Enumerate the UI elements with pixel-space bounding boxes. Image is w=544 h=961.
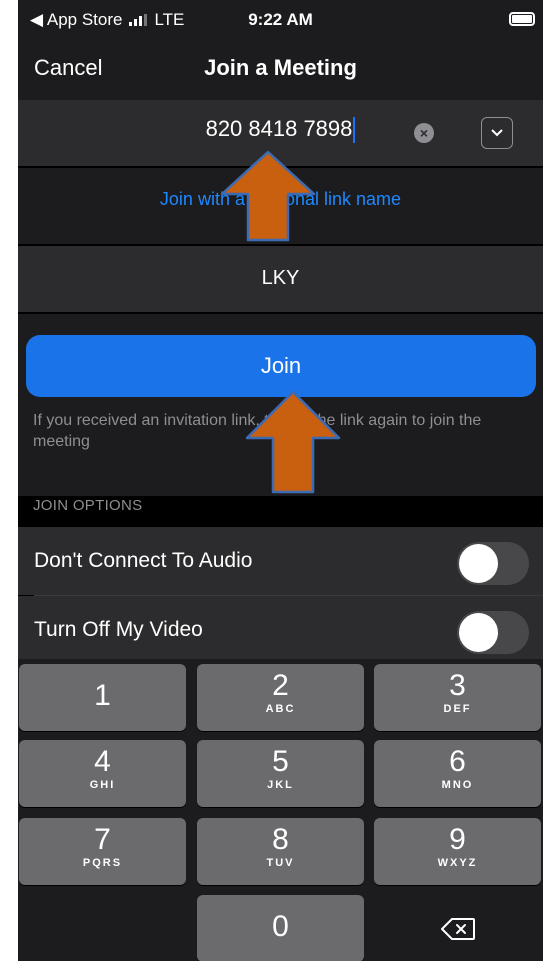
annotation-arrow-up-icon xyxy=(245,390,341,494)
key-letters: GHI xyxy=(89,779,116,791)
option-row-video: Turn Off My Video xyxy=(18,596,543,664)
key-number: 4 xyxy=(94,745,111,778)
toggle-knob xyxy=(459,544,498,583)
key-9[interactable]: 9 WXYZ xyxy=(374,818,541,885)
key-8[interactable]: 8 TUV xyxy=(197,818,364,885)
meeting-id-input[interactable]: 820 8418 7898 xyxy=(18,116,543,144)
numeric-keypad: 1 2 ABC 3 DEF 4 GHI 5 JKL 6 MNO 7 PQRS 8 TUV 9W… xyxy=(18,659,543,961)
key-6[interactable]: 6 MNO xyxy=(374,740,541,807)
nav-bar: Cancel Join a Meeting xyxy=(18,40,543,100)
clear-input-icon[interactable]: × xyxy=(414,123,434,143)
key-letters: JKL xyxy=(267,779,294,791)
key-3[interactable]: 3 DEF xyxy=(374,664,541,731)
option-label-audio: Don't Connect To Audio xyxy=(34,549,253,572)
key-number: 5 xyxy=(272,745,289,778)
meeting-id-value: 820 8418 7898 xyxy=(205,116,353,141)
key-7[interactable]: 7 PQRS xyxy=(19,818,186,885)
backspace-icon xyxy=(440,918,475,940)
key-number: 1 xyxy=(94,679,111,712)
phone-screen: ◀ App Store LTE 9:22 AM Cancel Join a Me… xyxy=(18,0,543,961)
text-caret xyxy=(353,117,356,144)
key-letters: PQRS xyxy=(82,857,123,869)
option-label-video: Turn Off My Video xyxy=(34,618,203,641)
chevron-down-icon xyxy=(491,129,503,137)
battery-icon xyxy=(509,12,535,26)
toggle-dont-connect-audio[interactable] xyxy=(457,542,529,585)
backspace-key[interactable] xyxy=(374,895,541,961)
key-2[interactable]: 2 ABC xyxy=(197,664,364,731)
status-time: 9:22 AM xyxy=(248,10,313,29)
key-letters: MNO xyxy=(441,779,474,791)
meeting-history-dropdown-button[interactable] xyxy=(481,117,513,149)
status-bar: ◀ App Store LTE 9:22 AM xyxy=(18,0,543,40)
key-number: 6 xyxy=(449,745,466,778)
key-number: 0 xyxy=(272,910,289,943)
key-number: 7 xyxy=(94,823,111,856)
key-letters: ABC xyxy=(265,703,296,715)
key-0[interactable]: 0 xyxy=(197,895,364,961)
key-letters: DEF xyxy=(443,703,472,715)
display-name-row: LKY xyxy=(18,246,543,312)
key-number: 3 xyxy=(449,669,466,702)
toggle-turn-off-video[interactable] xyxy=(457,611,529,654)
key-4[interactable]: 4 GHI xyxy=(19,740,186,807)
key-letters: TUV xyxy=(266,857,295,869)
key-5[interactable]: 5 JKL xyxy=(197,740,364,807)
toggle-knob xyxy=(459,613,498,652)
option-row-audio: Don't Connect To Audio xyxy=(18,527,543,595)
join-options-header: JOIN OPTIONS xyxy=(33,497,143,514)
key-number: 2 xyxy=(272,669,289,702)
key-number: 9 xyxy=(449,823,466,856)
key-number: 8 xyxy=(272,823,289,856)
display-name-input[interactable]: LKY xyxy=(18,267,543,290)
annotation-arrow-up-icon xyxy=(220,150,316,242)
key-1[interactable]: 1 xyxy=(19,664,186,731)
key-letters: WXYZ xyxy=(437,857,478,869)
page-title: Join a Meeting xyxy=(204,55,357,80)
